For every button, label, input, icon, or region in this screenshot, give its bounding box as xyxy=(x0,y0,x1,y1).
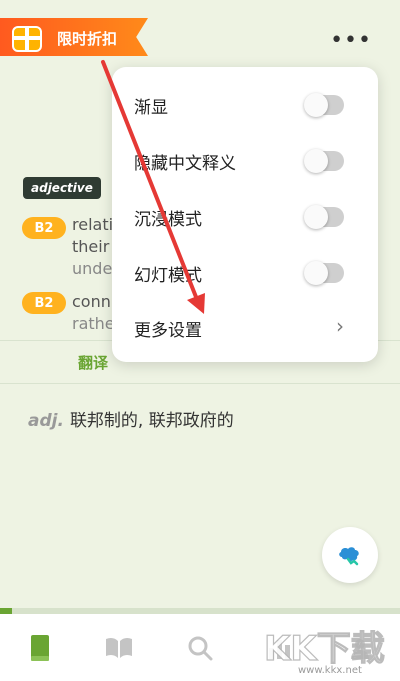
hide-chinese-toggle[interactable] xyxy=(304,149,344,173)
gift-icon xyxy=(12,26,42,52)
sense-text-line: conn xyxy=(72,292,111,311)
menu-item-slideshow[interactable]: 幻灯模式 xyxy=(112,245,378,301)
menu-item-immersive[interactable]: 沉浸模式 xyxy=(112,189,378,245)
translation-line: adj. 联邦制的, 联邦政府的 xyxy=(28,406,234,431)
menu-item-label: 幻灯模式 xyxy=(134,266,202,286)
sense-text-line: rathe xyxy=(72,314,115,333)
promo-label[interactable]: 限时折扣 xyxy=(57,28,117,49)
chevron-right-icon: › xyxy=(336,314,344,338)
translation-text: 联邦制的, 联邦政府的 xyxy=(69,411,234,431)
menu-item-label: 隐藏中文释义 xyxy=(134,154,236,174)
menu-item-label: 沉浸模式 xyxy=(134,210,202,230)
more-dots-icon[interactable]: ••• xyxy=(330,30,372,52)
menu-item-label: 更多设置 xyxy=(134,321,202,341)
nav-book[interactable] xyxy=(20,632,60,664)
nav-search[interactable] xyxy=(180,632,220,664)
menu-item-label: 渐显 xyxy=(134,98,168,118)
nav-reading[interactable] xyxy=(99,632,139,664)
svg-text:KK下载: KK下载 xyxy=(264,629,385,668)
kkx-watermark-logo: KK下载 xyxy=(263,628,385,668)
toggle-knob xyxy=(304,149,328,173)
settings-popup-menu: 渐显 隐藏中文释义 沉浸模式 幻灯模式 更多设置 › xyxy=(112,67,378,362)
book-icon xyxy=(31,635,49,661)
sense-text-line: their xyxy=(72,237,110,256)
translation-pos: adj. xyxy=(28,411,64,431)
tab-translation[interactable]: 翻译 xyxy=(78,352,108,373)
slideshow-toggle[interactable] xyxy=(304,261,344,285)
sense-text-line: unde xyxy=(72,259,113,278)
brain-button[interactable] xyxy=(322,527,378,583)
toggle-knob xyxy=(304,93,328,117)
watermark-url: www.kkx.net xyxy=(298,665,362,676)
toggle-knob xyxy=(304,205,328,229)
part-of-speech-badge: adjective xyxy=(23,177,101,199)
level-badge: B2 xyxy=(22,217,66,239)
fade-in-toggle[interactable] xyxy=(304,93,344,117)
sense-text-line: relati xyxy=(72,215,114,234)
search-icon xyxy=(188,636,213,661)
brain-icon xyxy=(339,547,359,566)
open-book-icon xyxy=(106,637,132,658)
toggle-knob xyxy=(304,261,328,285)
immersive-toggle[interactable] xyxy=(304,205,344,229)
menu-item-hide-chinese[interactable]: 隐藏中文释义 xyxy=(112,133,378,189)
level-badge: B2 xyxy=(22,292,66,314)
menu-item-more-settings[interactable]: 更多设置 › xyxy=(112,300,378,356)
menu-item-fade-in[interactable]: 渐显 xyxy=(112,77,378,133)
